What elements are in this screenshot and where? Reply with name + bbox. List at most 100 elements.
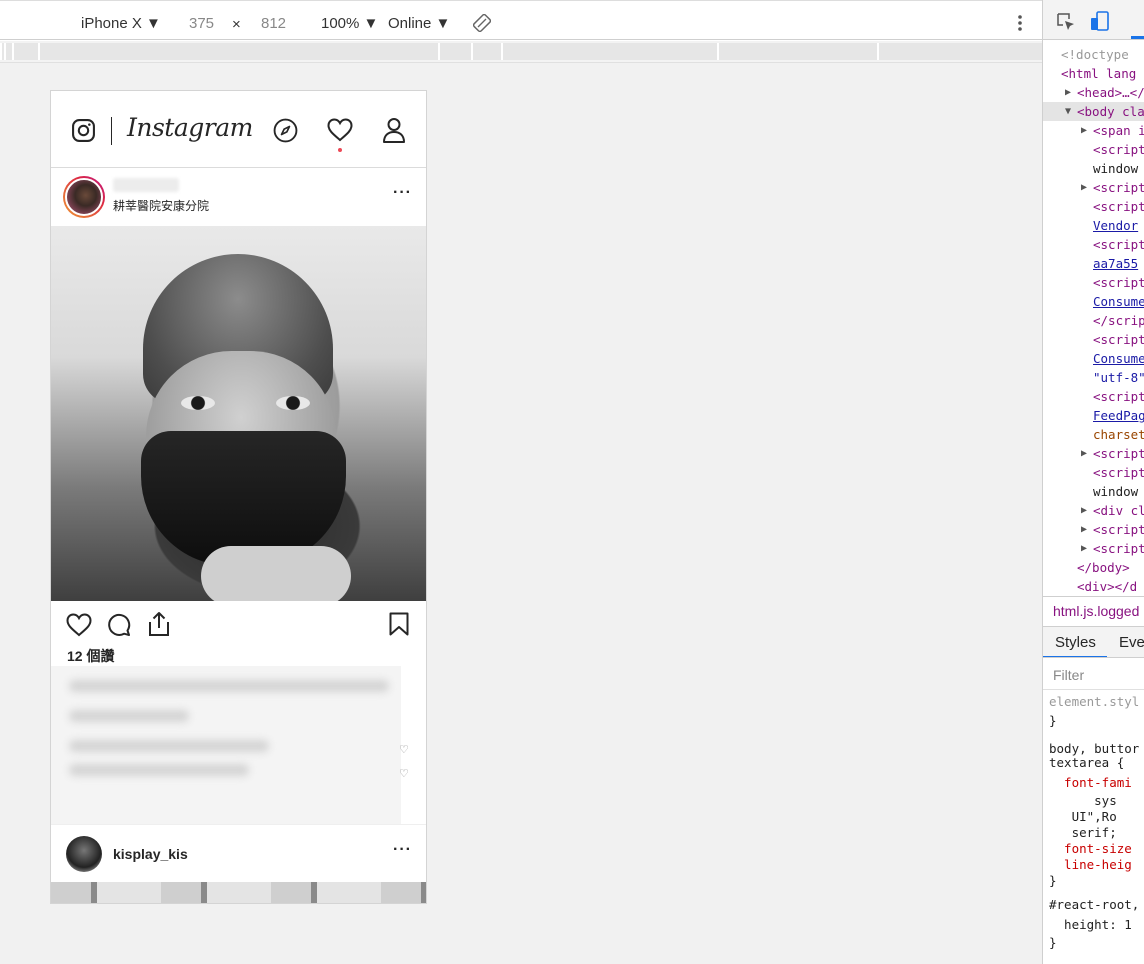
dom-node-line[interactable]: ▶ <head>…</ bbox=[1043, 83, 1144, 102]
dom-node-text: window bbox=[1093, 484, 1139, 499]
css-rule-line[interactable]: } bbox=[1049, 711, 1144, 730]
dom-node-line[interactable]: <html lang bbox=[1043, 64, 1144, 83]
dom-node-line[interactable]: ▶ <script bbox=[1043, 444, 1144, 463]
tab-styles[interactable]: Styles bbox=[1055, 634, 1096, 651]
dom-node-line[interactable]: charset bbox=[1043, 425, 1144, 444]
styles-filter-input[interactable]: Filter bbox=[1043, 660, 1144, 690]
more-options-icon[interactable] bbox=[1017, 14, 1023, 32]
height-input[interactable]: 812 bbox=[261, 15, 286, 32]
css-rule-line[interactable]: element.styl bbox=[1049, 692, 1144, 711]
notification-dot bbox=[338, 148, 342, 152]
rotate-icon[interactable] bbox=[473, 14, 491, 32]
css-rule-line[interactable]: textarea { bbox=[1049, 753, 1144, 772]
expand-triangle-icon[interactable]: ▼ bbox=[1065, 102, 1071, 121]
save-bookmark-icon[interactable] bbox=[389, 612, 409, 636]
tab-event-listeners[interactable]: Eve bbox=[1119, 634, 1144, 651]
activity-heart-icon[interactable] bbox=[327, 118, 353, 142]
zoom-select[interactable]: 100% ▼ bbox=[321, 15, 378, 32]
dom-node-text: <span i bbox=[1093, 123, 1144, 138]
device-toolbar: iPhone X ▼ 375 × 812 100% ▼ Online ▼ bbox=[0, 0, 1042, 40]
expand-triangle-icon[interactable]: ▶ bbox=[1081, 539, 1087, 558]
dom-node-text: <script bbox=[1093, 389, 1144, 404]
media-query-ruler[interactable] bbox=[0, 41, 1042, 63]
post-photo[interactable] bbox=[51, 226, 426, 601]
post-username[interactable]: kisplay_kis bbox=[113, 846, 188, 862]
post-location[interactable]: 耕莘醫院安康分院 bbox=[113, 197, 209, 214]
expand-triangle-icon[interactable]: ▶ bbox=[1081, 501, 1087, 520]
styles-tabs: Styles Eve bbox=[1043, 626, 1144, 658]
dom-node-text: "utf-8" bbox=[1093, 370, 1144, 385]
post-actions bbox=[51, 601, 426, 645]
dom-node-line[interactable]: ▶ <script bbox=[1043, 539, 1144, 558]
dom-node-line[interactable]: window bbox=[1043, 482, 1144, 501]
dom-breadcrumb[interactable]: html.js.logged bbox=[1043, 596, 1144, 626]
comment-like-icon[interactable]: ♡ bbox=[399, 743, 409, 756]
instagram-wordmark[interactable]: Instagram bbox=[127, 113, 253, 142]
dom-node-line[interactable]: ▶ <span i bbox=[1043, 121, 1144, 140]
css-rule-line[interactable]: #react-root, bbox=[1049, 895, 1144, 914]
dom-node-line[interactable]: "utf-8" bbox=[1043, 368, 1144, 387]
avatar[interactable] bbox=[66, 836, 102, 872]
dom-node-line[interactable]: ▶ <script bbox=[1043, 178, 1144, 197]
css-rule-line[interactable]: } bbox=[1049, 933, 1144, 952]
width-input[interactable]: 375 bbox=[189, 15, 214, 32]
dom-node-line[interactable]: ▶ <script bbox=[1043, 520, 1144, 539]
dom-node-line[interactable]: Vendor bbox=[1043, 216, 1144, 235]
dom-node-line[interactable]: <script bbox=[1043, 140, 1144, 159]
comment-bubble-icon[interactable] bbox=[107, 613, 131, 637]
avatar[interactable] bbox=[63, 176, 105, 218]
inspect-element-icon[interactable] bbox=[1057, 13, 1075, 31]
dom-node-line[interactable]: </body> bbox=[1043, 558, 1144, 577]
dom-node-text: Consume bbox=[1093, 294, 1144, 309]
throttle-select[interactable]: Online ▼ bbox=[388, 15, 450, 32]
dom-node-line[interactable]: Consume bbox=[1043, 349, 1144, 368]
css-rule-line[interactable]: height: 1 bbox=[1049, 915, 1144, 934]
post-more-button[interactable]: ··· bbox=[393, 841, 412, 859]
dom-node-text: </scrip bbox=[1093, 313, 1144, 328]
dom-node-line[interactable]: window bbox=[1043, 159, 1144, 178]
active-tab-indicator bbox=[1131, 36, 1144, 39]
expand-triangle-icon[interactable]: ▶ bbox=[1065, 83, 1071, 102]
dom-node-text: Consume bbox=[1093, 351, 1144, 366]
dom-node-text: <div></d bbox=[1077, 579, 1138, 594]
share-icon[interactable] bbox=[147, 611, 171, 637]
post-more-button[interactable]: ··· bbox=[393, 184, 412, 202]
dom-node-line[interactable]: <!doctype bbox=[1043, 45, 1144, 64]
profile-icon[interactable] bbox=[382, 117, 406, 143]
post-photo[interactable] bbox=[51, 882, 426, 903]
dom-node-line[interactable]: </scrip bbox=[1043, 311, 1144, 330]
dom-node-text: <script bbox=[1093, 332, 1144, 347]
dom-node-line[interactable]: <div></d bbox=[1043, 577, 1144, 596]
dom-node-line[interactable]: <script bbox=[1043, 330, 1144, 349]
like-count[interactable]: 12 個讚 bbox=[67, 646, 114, 666]
dom-node-text: window bbox=[1093, 161, 1139, 176]
expand-triangle-icon[interactable]: ▶ bbox=[1081, 520, 1087, 539]
expand-triangle-icon[interactable]: ▶ bbox=[1081, 178, 1087, 197]
dom-node-text: <body cla bbox=[1077, 104, 1144, 119]
css-rule-line[interactable]: } bbox=[1049, 871, 1144, 890]
dom-node-line[interactable]: Consume bbox=[1043, 292, 1144, 311]
dom-node-text: <script bbox=[1093, 275, 1144, 290]
expand-triangle-icon[interactable]: ▶ bbox=[1081, 444, 1087, 463]
devtools-toolbar bbox=[1043, 0, 1144, 40]
dom-node-line[interactable]: aa7a55 bbox=[1043, 254, 1144, 273]
comment-like-icon[interactable]: ♡ bbox=[399, 767, 409, 780]
dom-node-line[interactable]: <script bbox=[1043, 387, 1144, 406]
explore-compass-icon[interactable] bbox=[273, 118, 298, 143]
device-select[interactable]: iPhone X ▼ bbox=[81, 15, 161, 32]
username-redacted[interactable] bbox=[113, 178, 179, 192]
camera-logo-icon[interactable] bbox=[71, 118, 96, 143]
expand-triangle-icon[interactable]: ▶ bbox=[1081, 121, 1087, 140]
like-heart-icon[interactable] bbox=[66, 613, 92, 637]
dom-node-text: <html lang bbox=[1061, 66, 1137, 81]
dom-node-line[interactable]: <script bbox=[1043, 273, 1144, 292]
dom-node-line[interactable]: <script bbox=[1043, 463, 1144, 482]
css-rule-line[interactable]: font-fami bbox=[1049, 773, 1144, 792]
dom-node-line[interactable]: ▶ <div cl bbox=[1043, 501, 1144, 520]
dom-node-line[interactable]: <script bbox=[1043, 235, 1144, 254]
dom-node-line[interactable]: ▼ <body cla bbox=[1043, 102, 1144, 121]
dom-node-line[interactable]: <script bbox=[1043, 197, 1144, 216]
dom-node-line[interactable]: FeedPag bbox=[1043, 406, 1144, 425]
dom-node-text: <script bbox=[1093, 180, 1144, 195]
device-toggle-icon[interactable] bbox=[1090, 11, 1110, 31]
